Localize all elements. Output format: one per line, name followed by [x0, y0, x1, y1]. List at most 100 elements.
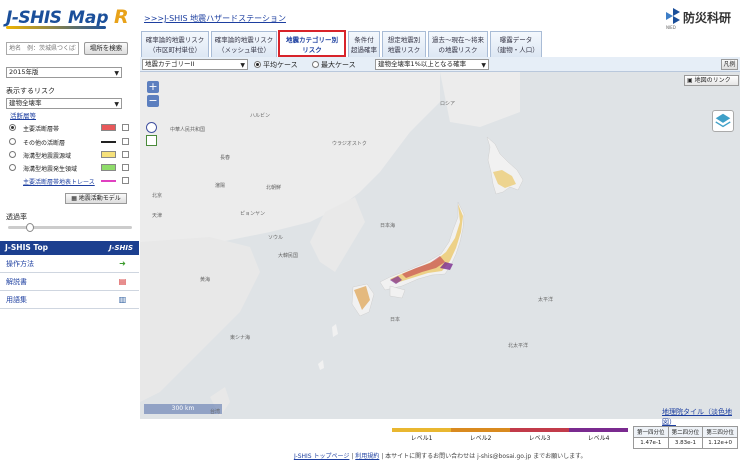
year-version-select[interactable]: 2015年版 ▼	[6, 67, 122, 78]
level-4: レベル4	[569, 428, 628, 442]
j-shis-map-r-logo[interactable]: J-SHIS Map R	[6, 6, 134, 32]
layer-checkbox[interactable]	[122, 151, 129, 158]
logo-map-text: Map	[68, 8, 109, 28]
tab-label-line2: の地震リスク	[438, 46, 478, 54]
layer-checkbox[interactable]	[122, 177, 129, 184]
menu-header-title: J-SHIS Top	[5, 243, 49, 252]
station-link[interactable]: >>>J-SHIS 地震ハザードステーション	[144, 13, 286, 24]
place-search-button[interactable]: 場所を検索	[84, 42, 128, 55]
level-label: レベル3	[528, 435, 551, 442]
location-icon[interactable]	[146, 135, 157, 146]
footer-terms-link[interactable]: 利用規約	[355, 453, 379, 460]
layer-name: 海溝型地震発生領域	[23, 166, 78, 173]
earthquake-category-select[interactable]: 地震カテゴリーII ▼	[142, 59, 248, 70]
layer-fault-trace[interactable]: 主要活断層帯地表トレース	[9, 176, 133, 186]
radio-icon[interactable]	[9, 138, 16, 145]
globe-icon[interactable]	[146, 122, 157, 133]
layer-color-swatch	[101, 151, 116, 158]
layers-toggle-button[interactable]	[712, 110, 734, 132]
probability-select[interactable]: 建物全壊率1%以上となる確率 ▼	[375, 59, 489, 70]
layer-other-faults[interactable]: その他の活断層	[9, 137, 133, 147]
layer-checkbox[interactable]	[122, 124, 129, 131]
org-name: 防災科研	[683, 11, 732, 25]
chevron-down-icon: ▼	[240, 62, 245, 69]
select-value: 建物全壊率1%以上となる確率	[378, 60, 467, 68]
menu-item-how-to-use[interactable]: 操作方法 ➜	[0, 255, 139, 273]
tab-label-line2: 超過確率	[351, 46, 377, 54]
stat-header: 第二四分位	[667, 426, 704, 438]
layer-name: その他の活断層	[23, 140, 66, 147]
gsi-tile-link[interactable]: 地理院タイル（淡色地図）	[662, 407, 740, 427]
tab-past-future-risk[interactable]: 過去～現在～将来 の地震リスク	[428, 31, 488, 57]
stat-value: 3.83e-1	[667, 437, 704, 449]
legend-button[interactable]: 凡例	[721, 59, 738, 70]
layer-trench-occurrence[interactable]: 海溝型地震発生領域	[9, 163, 133, 173]
seismic-activity-model-button[interactable]: ▦ 地震活動モデル	[65, 193, 127, 204]
level-color-band	[569, 428, 628, 432]
button-label: 地震活動モデル	[78, 195, 121, 202]
menu-item-glossary[interactable]: 用語集 ▥	[0, 291, 139, 309]
place-label: 中華人民共和国	[170, 127, 206, 133]
level-label: レベル1	[410, 435, 433, 442]
footer-top-link[interactable]: J-SHIS トップページ	[294, 453, 349, 460]
place-label: ソウル	[268, 235, 284, 241]
bosai-logo: 防災科研 NIED	[666, 8, 736, 30]
zoom-in-button[interactable]: +	[147, 81, 159, 93]
max-case-radio[interactable]: 最大ケース	[312, 60, 356, 70]
model-icon: ▦	[71, 195, 79, 202]
place-label: 瀋陽	[215, 183, 226, 189]
layer-checkbox[interactable]	[122, 164, 129, 171]
jshis-mini-logo: J-SHIS	[108, 244, 133, 252]
tab-label-line2: （建物・人口）	[493, 46, 539, 54]
map-link-button[interactable]: ▣ 地図のリンク	[684, 75, 739, 86]
link-icon: ▣	[687, 77, 695, 84]
layer-major-faults[interactable]: 主要活断層帯	[9, 123, 133, 133]
footer: J-SHIS トップページ | 利用規約 | 本サイトに関するお問い合わせは j…	[294, 451, 587, 460]
tab-label-line2: （市区町村単位）	[149, 46, 201, 54]
hazard-map[interactable]: + − ▣ 地図のリンク 300 km 中華人民共和国 ハルビン ロシア ウラジ…	[140, 72, 740, 419]
map-base-layer	[140, 72, 740, 419]
level-1: レベル1	[392, 428, 451, 442]
place-label: 黄海	[200, 277, 211, 283]
chevron-down-icon: ▼	[481, 62, 486, 69]
tab-exposure-data[interactable]: 曝露データ （建物・人口）	[490, 31, 542, 57]
tab-label-line1: 想定地震別	[387, 36, 421, 44]
risk-type-select[interactable]: 建物全壊率 ▼	[6, 98, 122, 109]
level-label: レベル2	[469, 435, 492, 442]
logo-jshis-text: J-SHIS	[6, 8, 62, 28]
quartile-stats-table: 第一四分位 第二四分位 第三四分位 1.47e-1 3.83e-1 1.12e+…	[633, 426, 738, 449]
org-sub: NIED	[666, 25, 676, 30]
tab-label-line2: （メッシュ単位）	[218, 46, 270, 54]
tab-conditional-exceedance[interactable]: 条件付 超過確率	[348, 31, 380, 57]
tab-category-risk[interactable]: 地震カテゴリー別 リスク	[278, 30, 346, 57]
tab-scenario-risk[interactable]: 想定地震別 地震リスク	[382, 31, 426, 57]
place-label: 北朝鮮	[266, 185, 282, 191]
opacity-slider-thumb[interactable]	[26, 223, 35, 232]
glossary-icon: ▥	[118, 295, 127, 304]
radio-selected-icon	[254, 61, 261, 68]
level-2: レベル2	[451, 428, 510, 442]
place-label: 日本海	[380, 223, 396, 229]
faults-section-label[interactable]: 活断層等	[10, 110, 36, 120]
chevron-down-icon: ▼	[114, 101, 119, 108]
tab-label-line1: 曝露データ	[499, 36, 533, 44]
tab-municipal-risk[interactable]: 確率論的地震リスク （市区町村単位）	[141, 31, 209, 57]
tab-mesh-risk[interactable]: 確率論的地震リスク （メッシュ単位）	[211, 31, 277, 57]
radio-icon[interactable]	[9, 151, 16, 158]
average-case-radio[interactable]: 平均ケース	[254, 60, 298, 70]
radio-icon[interactable]	[9, 164, 16, 171]
layer-checkbox[interactable]	[122, 138, 129, 145]
radio-selected-icon[interactable]	[9, 124, 16, 131]
radio-label: 最大ケース	[321, 61, 356, 69]
zoom-out-button[interactable]: −	[147, 95, 159, 107]
menu-item-manual[interactable]: 解説書 ▤	[0, 273, 139, 291]
layer-trench-source[interactable]: 海溝型地震震源域	[9, 150, 133, 160]
place-label: ピョンヤン	[240, 211, 266, 217]
level-3: レベル3	[510, 428, 569, 442]
layer-color-swatch	[101, 124, 116, 131]
place-search-input[interactable]	[6, 42, 79, 55]
button-label: 地図のリンク	[694, 77, 731, 84]
arrow-right-icon: ➜	[119, 259, 126, 268]
menu-item-label: 操作方法	[6, 260, 34, 268]
jshis-top-menu-header[interactable]: J-SHIS Top J-SHIS	[0, 241, 139, 255]
